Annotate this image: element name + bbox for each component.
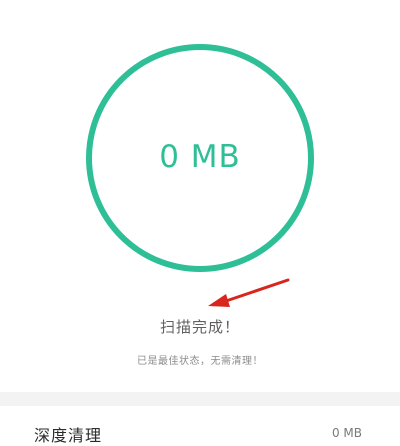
annotation-arrow-icon [208, 278, 290, 307]
junk-size-value: 0 MB [159, 139, 241, 175]
section-divider [0, 392, 400, 406]
cleaner-screen: 0 MB 扫描完成！ 已是最佳状态，无需清理！ 深度清理 0 MB [0, 0, 400, 446]
deep-clean-row[interactable]: 深度清理 0 MB [0, 406, 400, 446]
deep-clean-label: 深度清理 [34, 426, 103, 445]
scan-status-subtitle: 已是最佳状态，无需清理！ [137, 356, 263, 367]
scan-result-ring: 0 MB [86, 44, 314, 272]
deep-clean-value: 0 MB [331, 426, 362, 440]
scan-status-title: 扫描完成！ [159, 318, 240, 336]
